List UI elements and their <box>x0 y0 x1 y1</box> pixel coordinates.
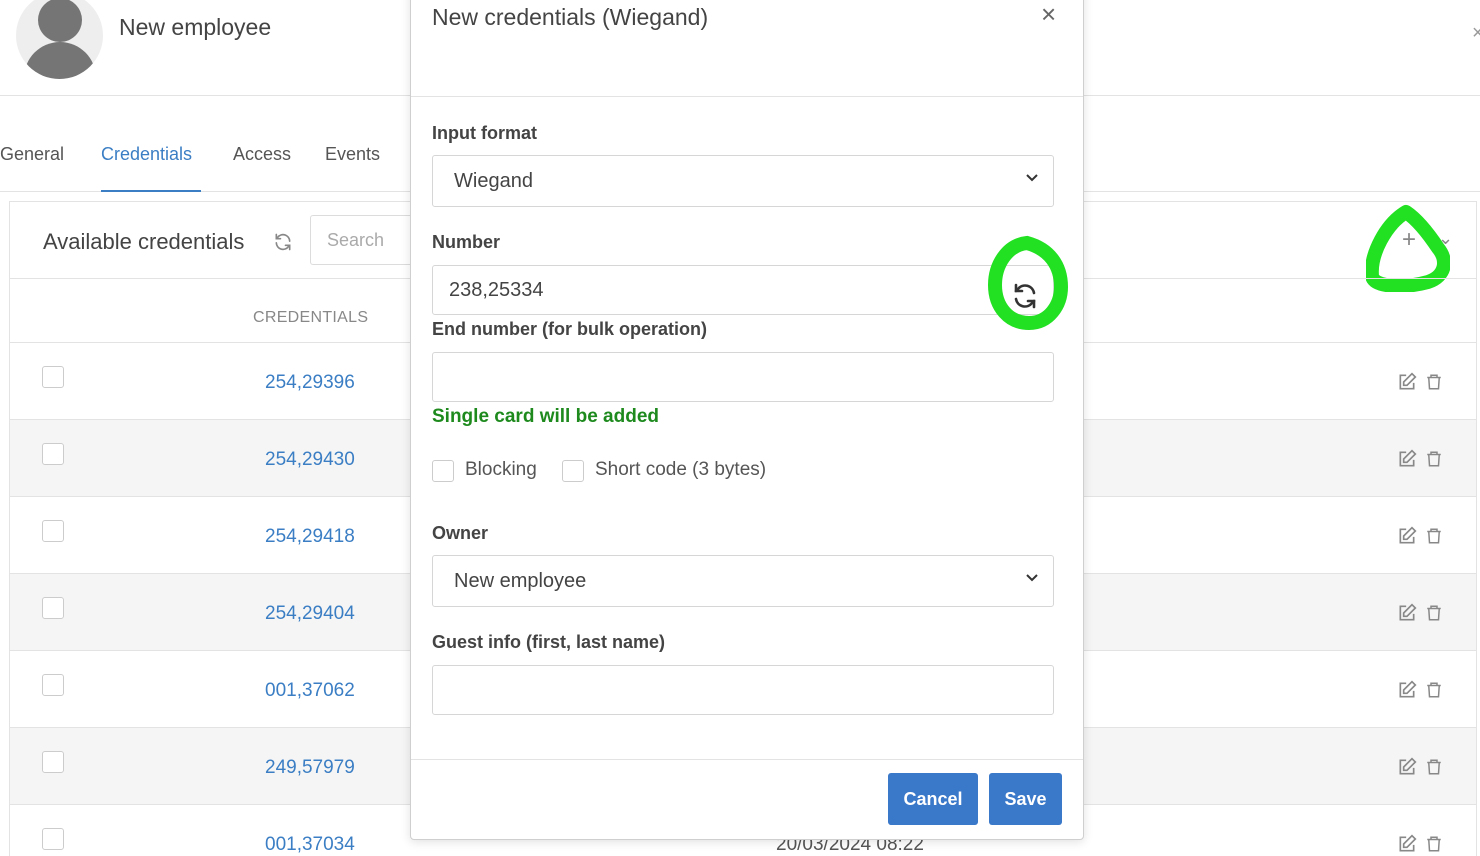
new-credentials-dialog: New credentials (Wiegand) × Input format… <box>410 0 1084 840</box>
row-checkbox[interactable] <box>42 520 64 542</box>
divider <box>411 759 1083 760</box>
credential-number[interactable]: 249,57979 <box>265 757 355 779</box>
tab-general[interactable]: General <box>0 144 64 165</box>
avatar-icon <box>16 0 103 79</box>
end-number-input[interactable] <box>432 352 1054 402</box>
edit-icon[interactable] <box>1397 680 1417 700</box>
edit-icon[interactable] <box>1397 834 1417 854</box>
panel-title: Available credentials <box>43 229 245 254</box>
guest-info-input[interactable] <box>432 665 1054 715</box>
chevron-down-icon <box>1026 574 1038 582</box>
row-checkbox[interactable] <box>42 674 64 696</box>
owner-label: Owner <box>432 523 489 543</box>
cancel-button[interactable]: Cancel <box>888 773 978 825</box>
number-value: 238,25334 <box>449 279 544 301</box>
blocking-label[interactable]: Blocking <box>465 459 537 481</box>
tab-access[interactable]: Access <box>233 144 291 165</box>
status-hint: Single card will be added <box>432 406 659 427</box>
trash-icon[interactable] <box>1425 603 1443 623</box>
input-format-select[interactable]: Wiegand <box>432 155 1054 207</box>
save-button[interactable]: Save <box>989 773 1062 825</box>
credential-number[interactable]: 254,29396 <box>265 372 355 394</box>
close-icon[interactable]: × <box>1041 1 1056 27</box>
edit-icon[interactable] <box>1397 757 1417 777</box>
refresh-icon[interactable] <box>273 232 293 252</box>
input-format-label: Input format <box>432 123 537 143</box>
owner-select[interactable]: New employee <box>432 555 1054 607</box>
credential-number[interactable]: 254,29430 <box>265 449 355 471</box>
row-checkbox[interactable] <box>42 751 64 773</box>
trash-icon[interactable] <box>1425 372 1443 392</box>
credential-number[interactable]: 254,29418 <box>265 526 355 548</box>
active-tab-indicator <box>101 190 201 192</box>
row-checkbox[interactable] <box>42 443 64 465</box>
credential-number[interactable]: 001,37034 <box>265 834 355 856</box>
tab-events[interactable]: Events <box>325 144 380 165</box>
trash-icon[interactable] <box>1425 526 1443 546</box>
owner-value: New employee <box>454 570 587 592</box>
tab-credentials[interactable]: Credentials <box>101 144 192 165</box>
trash-icon[interactable] <box>1425 757 1443 777</box>
guest-info-label: Guest info (first, last name) <box>432 632 666 652</box>
credential-number[interactable]: 001,37062 <box>265 680 355 702</box>
short-code-label[interactable]: Short code (3 bytes) <box>595 459 766 481</box>
edit-icon[interactable] <box>1397 603 1417 623</box>
edit-icon[interactable] <box>1397 372 1417 392</box>
trash-icon[interactable] <box>1425 680 1443 700</box>
short-code-checkbox[interactable] <box>562 460 584 482</box>
row-checkbox[interactable] <box>42 366 64 388</box>
row-checkbox[interactable] <box>42 597 64 619</box>
trash-icon[interactable] <box>1425 449 1443 469</box>
employee-name: New employee <box>119 14 272 40</box>
input-format-value: Wiegand <box>454 170 533 192</box>
trash-icon[interactable] <box>1425 834 1443 854</box>
number-input[interactable]: 238,25334 <box>432 265 1054 315</box>
end-number-label: End number (for bulk operation) <box>432 319 707 339</box>
edit-icon[interactable] <box>1397 526 1417 546</box>
edit-icon[interactable] <box>1397 449 1417 469</box>
row-checkbox[interactable] <box>42 828 64 850</box>
number-label: Number <box>432 232 501 252</box>
blocking-checkbox[interactable] <box>432 460 454 482</box>
close-icon[interactable]: × <box>1472 22 1480 45</box>
chevron-down-icon <box>1026 174 1038 182</box>
column-credentials: CREDENTIALS <box>253 309 369 326</box>
divider <box>411 96 1083 97</box>
credential-number[interactable]: 254,29404 <box>265 603 355 625</box>
dialog-title: New credentials (Wiegand) <box>432 4 709 30</box>
refresh-icon[interactable] <box>1005 276 1045 316</box>
